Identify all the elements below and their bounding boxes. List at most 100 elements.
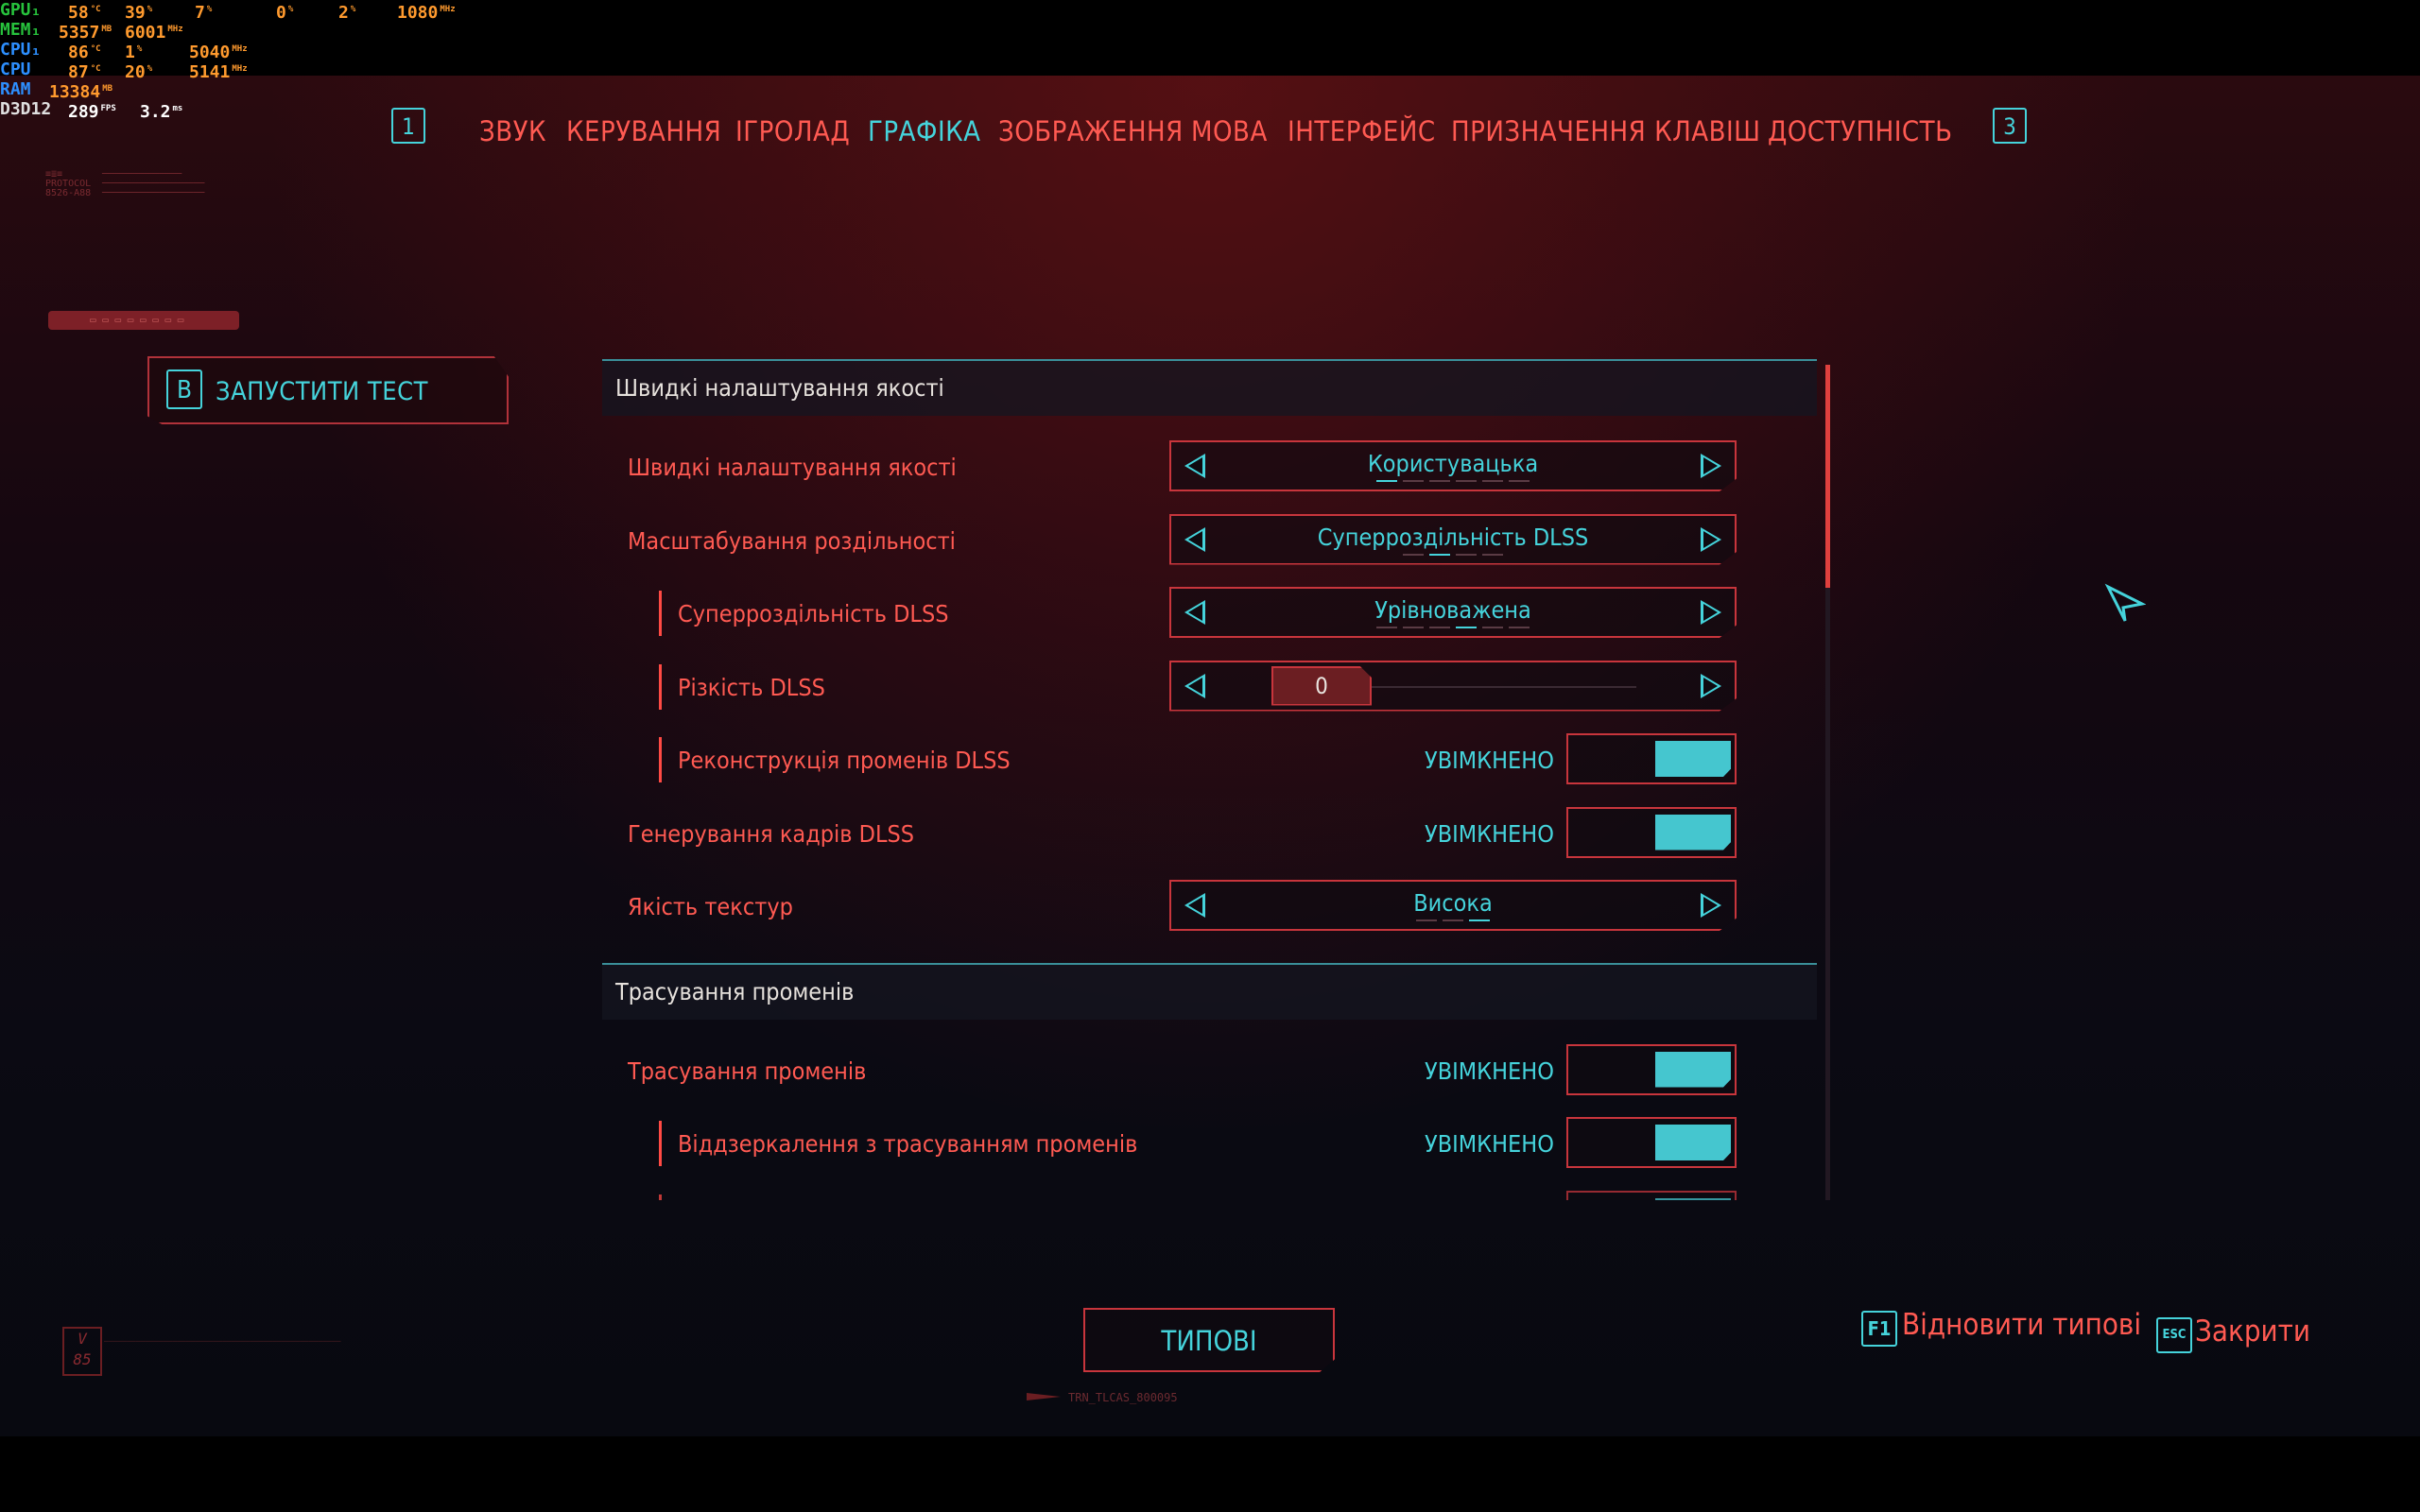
protocol-deco-text: ────────────── ────────────────── ────────… [102, 169, 205, 198]
setting-slider[interactable]: 0 [1169, 660, 1737, 712]
version-badge: V 85 [62, 1327, 102, 1376]
toggle-state-label: УВІМКНЕНО [1425, 819, 1554, 848]
setting-value: Урівноважена [1374, 596, 1531, 624]
osd-value-unit: MHz [232, 44, 248, 54]
scrollbar-thumb[interactable] [1825, 365, 1830, 588]
setting-label: Різкість DLSS [678, 673, 825, 701]
settings-scrollbar[interactable] [1825, 365, 1830, 1200]
left-arrow-icon[interactable] [1184, 526, 1205, 552]
setting-selector[interactable]: Користувацька [1169, 440, 1737, 491]
setting-row[interactable]: Реконструкція променів DLSS УВІМКНЕНО [602, 726, 1817, 792]
toggle-switch[interactable] [1566, 733, 1737, 784]
tab-4[interactable]: ГРАФІКА [868, 115, 981, 147]
right-arrow-icon[interactable] [1701, 454, 1721, 478]
setting-row[interactable]: Суперроздільність DLSS Урівноважена [602, 579, 1817, 645]
osd-value: 3.2 ms [140, 99, 182, 122]
setting-row[interactable]: Масштабування роздільності Суперроздільні… [602, 507, 1817, 573]
setting-label: Віддзеркалення з трасуванням променів [678, 1130, 1138, 1158]
setting-label: Суперроздільність DLSS [678, 600, 949, 627]
osd-row-label: CPU [0, 60, 31, 79]
option-dot [1429, 553, 1450, 556]
setting-row[interactable]: Трасування променів УВІМКНЕНО [602, 1037, 1817, 1103]
tab-7[interactable]: ІНТЕРФЕЙС [1288, 115, 1436, 147]
benchmark-label: ЗАПУСТИТИ ТЕСТ [216, 377, 428, 406]
osd-value-number: 3.2 [140, 102, 171, 122]
close-hint[interactable]: Закрити [2195, 1314, 2310, 1349]
defaults-button[interactable]: ТИПОВІ [1083, 1308, 1335, 1372]
option-dot [1429, 480, 1450, 482]
osd-row: D3D12 289 FPS 3.2 ms [0, 99, 529, 122]
setting-value: Суперроздільність DLSS [1317, 523, 1589, 551]
setting-row[interactable]: Різкість DLSS 0 [602, 653, 1817, 719]
toggle-switch[interactable] [1566, 806, 1737, 858]
restore-defaults-hint[interactable]: Відновити типові [1902, 1308, 2141, 1342]
setting-selector[interactable]: Суперроздільність DLSS [1169, 513, 1737, 565]
option-dot [1376, 627, 1397, 628]
tab-5[interactable]: ЗОБРАЖЕННЯ [998, 115, 1184, 147]
tab-9[interactable]: ДОСТУПНІСТЬ [1768, 115, 1952, 147]
osd-value-unit: ms [172, 104, 183, 113]
setting-selector[interactable]: Висока [1169, 880, 1737, 931]
toggle-knob [1655, 741, 1731, 777]
setting-row[interactable]: Якість текстур Висока [602, 872, 1817, 938]
nav-next-key-icon[interactable]: 3 [1993, 108, 2027, 144]
right-arrow-icon[interactable] [1701, 893, 1721, 918]
left-arrow-icon[interactable] [1184, 600, 1205, 625]
osd-value-unit: MB [101, 25, 112, 34]
osd-row-label: MEM₁ [0, 20, 42, 40]
osd-value-unit: °C [90, 44, 101, 54]
f1-key-icon: F1 [1861, 1311, 1897, 1347]
setting-row[interactable]: Генерування кадрів DLSS УВІМКНЕНО [602, 799, 1817, 866]
option-dot [1403, 480, 1424, 482]
option-indicator [1403, 553, 1503, 556]
option-indicator [1376, 627, 1530, 628]
osd-value-unit: % [287, 5, 294, 14]
mouse-cursor-icon [2104, 583, 2146, 622]
toggle-switch[interactable] [1566, 1043, 1737, 1095]
osd-value-unit: FPS [100, 104, 116, 113]
left-arrow-icon[interactable] [1184, 673, 1205, 698]
nav-prev-key-icon[interactable]: 1 [391, 108, 425, 144]
setting-label: Реконструкція променів DLSS [678, 747, 1011, 774]
option-dot [1482, 480, 1503, 482]
section-title: Швидкі налаштування якості [615, 374, 944, 402]
slider-track[interactable] [1372, 685, 1636, 688]
slider-handle[interactable]: 0 [1271, 665, 1372, 706]
setting-row[interactable]: Швидкі налаштування якості Користувацька [602, 433, 1817, 499]
osd-value-unit: MHz [440, 5, 456, 14]
toggle-switch[interactable] [1566, 1117, 1737, 1168]
setting-selector[interactable]: Урівноважена [1169, 587, 1737, 638]
tab-6[interactable]: МОВА [1191, 115, 1268, 147]
left-arrow-icon[interactable] [1184, 893, 1205, 918]
tab-3[interactable]: ІГРОЛАД [735, 115, 850, 147]
option-dot [1443, 919, 1463, 921]
osd-value-unit: °C [90, 64, 101, 74]
game-menu-scene: ≡≣≡ PROTOCOL 8526-A88 ────────────── ──────… [0, 76, 2420, 1436]
osd-value: 289 FPS [68, 99, 116, 122]
protocol-logo: ≡≣≡ PROTOCOL 8526-A88 [45, 169, 92, 198]
option-dot [1403, 553, 1424, 556]
option-dot [1456, 553, 1477, 556]
osd-row: GPU₁ 58 °C 39% 7% 0% 2% 1080 MHz [0, 0, 529, 23]
setting-row[interactable]: Тіні від сонця з трасуванням променівУВІ… [602, 1183, 1817, 1200]
setting-label: Якість текстур [628, 893, 793, 920]
section-header: Трасування променів [602, 962, 1817, 1020]
option-dot [1429, 627, 1450, 628]
tab-8[interactable]: ПРИЗНАЧЕННЯ КЛАВІШ [1451, 115, 1761, 147]
right-arrow-icon[interactable] [1701, 600, 1721, 625]
section-header: Швидкі налаштування якості [602, 359, 1817, 416]
run-benchmark-button[interactable]: B ЗАПУСТИТИ ТЕСТ [147, 356, 509, 424]
osd-value-unit: % [350, 5, 356, 14]
osd-value-unit: MHz [232, 64, 248, 74]
left-arrow-icon[interactable] [1184, 454, 1205, 478]
tab-1[interactable]: ЗВУК [479, 115, 546, 147]
toggle-switch[interactable] [1566, 1190, 1737, 1200]
osd-row-label: RAM [0, 79, 31, 99]
right-arrow-icon[interactable] [1701, 526, 1721, 552]
setting-row[interactable]: Віддзеркалення з трасуванням променів УВІ… [602, 1109, 1817, 1176]
option-dot [1403, 627, 1424, 628]
right-arrow-icon[interactable] [1701, 673, 1721, 698]
esc-key-icon: ESC [2156, 1317, 2192, 1353]
footer-code: TRN_TLCAS_800095 [1068, 1391, 1178, 1404]
tab-2[interactable]: КЕРУВАННЯ [566, 115, 721, 147]
